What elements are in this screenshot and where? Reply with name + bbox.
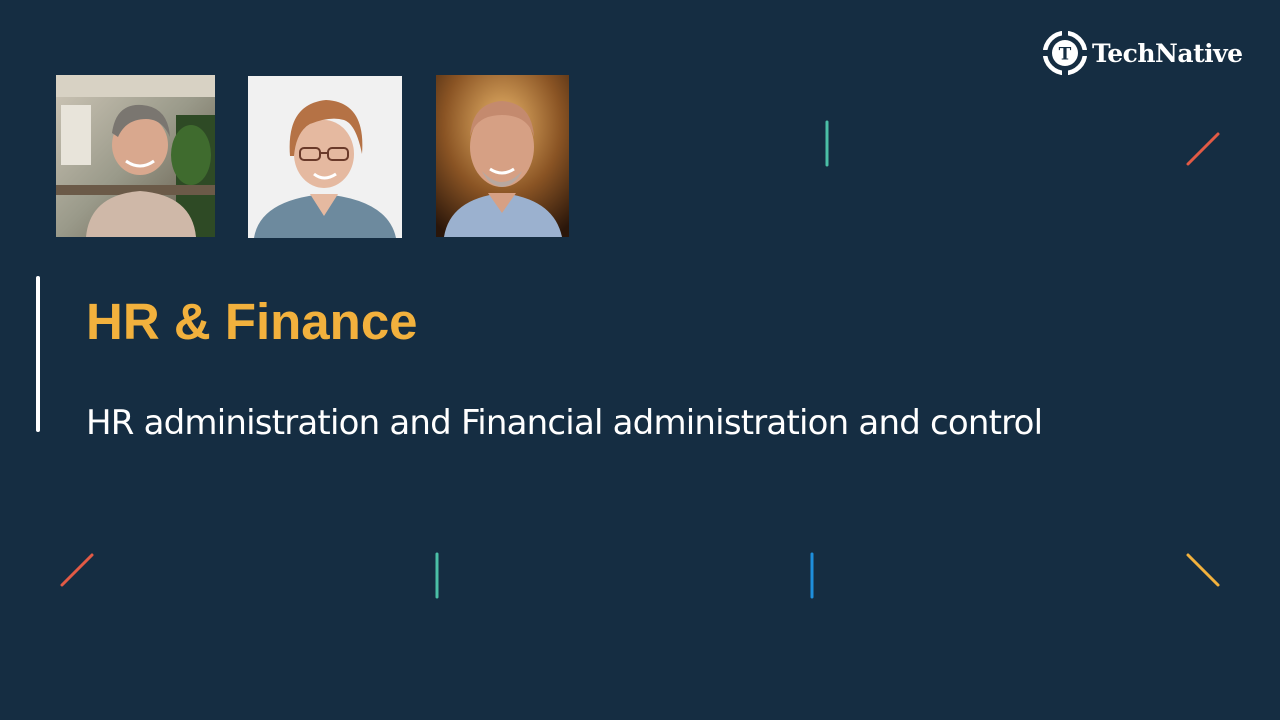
accent-bar — [36, 276, 40, 432]
portrait-photo-icon — [436, 75, 569, 237]
portrait-photo-icon — [56, 75, 215, 237]
slide: T TechNative HR & Finance HR administrat… — [0, 0, 1280, 720]
technative-logo: T TechNative — [1042, 30, 1243, 76]
team-photo-1 — [56, 75, 215, 237]
svg-text:T: T — [1059, 45, 1072, 65]
logo-wordmark: TechNative — [1092, 38, 1243, 68]
deco-stroke-red-bottom-left — [60, 553, 94, 587]
slide-subtitle: HR administration and Financial administ… — [86, 403, 1043, 443]
team-photo-2 — [248, 76, 402, 238]
technative-logo-icon: T — [1042, 30, 1088, 76]
portrait-photo-icon — [248, 76, 402, 238]
deco-stroke-red-top-right — [1186, 132, 1220, 166]
slide-title: HR & Finance — [86, 293, 418, 350]
team-photo-3 — [436, 75, 569, 237]
deco-stroke-yellow-bottom-right — [1186, 553, 1220, 587]
